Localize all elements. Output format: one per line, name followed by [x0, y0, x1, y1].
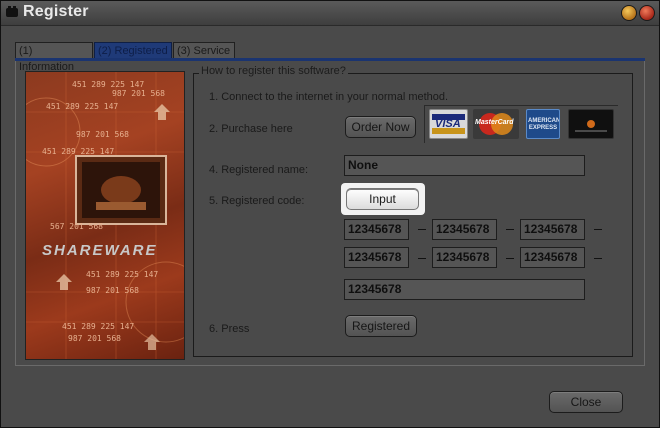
- mastercard-label: MasterCard: [475, 119, 514, 126]
- register-window: Register (1) Information (2) Registered …: [0, 0, 660, 428]
- banner-artwork: [26, 72, 184, 359]
- code-separator: [594, 229, 602, 230]
- banner-number: 987 201 568: [86, 286, 139, 295]
- code-field-2[interactable]: 12345678: [432, 219, 497, 240]
- american-express-label: AMERICAN EXPRESS: [528, 118, 560, 131]
- american-express-icon: AMERICAN EXPRESS: [526, 109, 560, 139]
- registered-name-field[interactable]: None: [344, 155, 585, 176]
- code-field-4[interactable]: 12345678: [344, 247, 409, 268]
- banner-number: 987 201 568: [76, 130, 129, 139]
- step1-label: 1. Connect to the internet in your norma…: [209, 91, 449, 103]
- step6-label: 6. Press: [209, 323, 250, 335]
- banner-number: 987 201 568: [112, 89, 165, 98]
- shareware-banner-image: 451 289 225 147 987 201 568 451 289 225 …: [25, 71, 185, 360]
- banner-number: 451 289 225 147: [62, 322, 135, 331]
- step5-label: 5. Registered code:: [209, 195, 305, 207]
- close-window-button[interactable]: [639, 5, 655, 21]
- order-now-button[interactable]: Order Now: [345, 116, 416, 138]
- shareware-logo-text: SHAREWARE: [42, 242, 158, 259]
- code-separator: [506, 258, 514, 259]
- banner-number: 987 201 568: [68, 334, 121, 343]
- banner-number: 451 289 225 147: [72, 80, 145, 89]
- tab-information[interactable]: (1) Information: [15, 42, 93, 73]
- visa-card-label: VISA: [435, 118, 461, 130]
- code-separator: [418, 258, 426, 259]
- group-legend: How to register this software?: [199, 65, 348, 77]
- mastercard-icon: MasterCard: [473, 109, 519, 139]
- code-field-6[interactable]: 12345678: [520, 247, 585, 268]
- title-bar[interactable]: Register: [1, 1, 659, 26]
- minimize-button[interactable]: [621, 5, 637, 21]
- code-separator: [418, 229, 426, 230]
- banner-number: 567 201 568: [50, 222, 103, 231]
- tab-registered[interactable]: (2) Registered: [94, 42, 172, 59]
- code-separator: [506, 229, 514, 230]
- step2-label: 2. Purchase here: [209, 123, 293, 135]
- code-field-3[interactable]: 12345678: [520, 219, 585, 240]
- app-icon: [6, 6, 18, 17]
- banner-number: 451 289 225 147: [46, 102, 119, 111]
- step4-label: 4. Registered name:: [209, 164, 309, 176]
- close-button[interactable]: Close: [549, 391, 623, 413]
- registered-button[interactable]: Registered: [345, 315, 417, 337]
- visa-card-icon: VISA: [429, 109, 468, 139]
- window-title: Register: [23, 3, 89, 20]
- banner-number: 451 289 225 147: [86, 270, 159, 279]
- code-separator: [594, 258, 602, 259]
- tab-service[interactable]: (3) Service: [173, 42, 235, 59]
- input-button[interactable]: Input: [346, 188, 419, 210]
- discover-card-icon: [568, 109, 614, 139]
- code-field-7[interactable]: 12345678: [344, 279, 585, 300]
- code-field-1[interactable]: 12345678: [344, 219, 409, 240]
- code-field-5[interactable]: 12345678: [432, 247, 497, 268]
- banner-number: 451 289 225 147: [42, 147, 115, 156]
